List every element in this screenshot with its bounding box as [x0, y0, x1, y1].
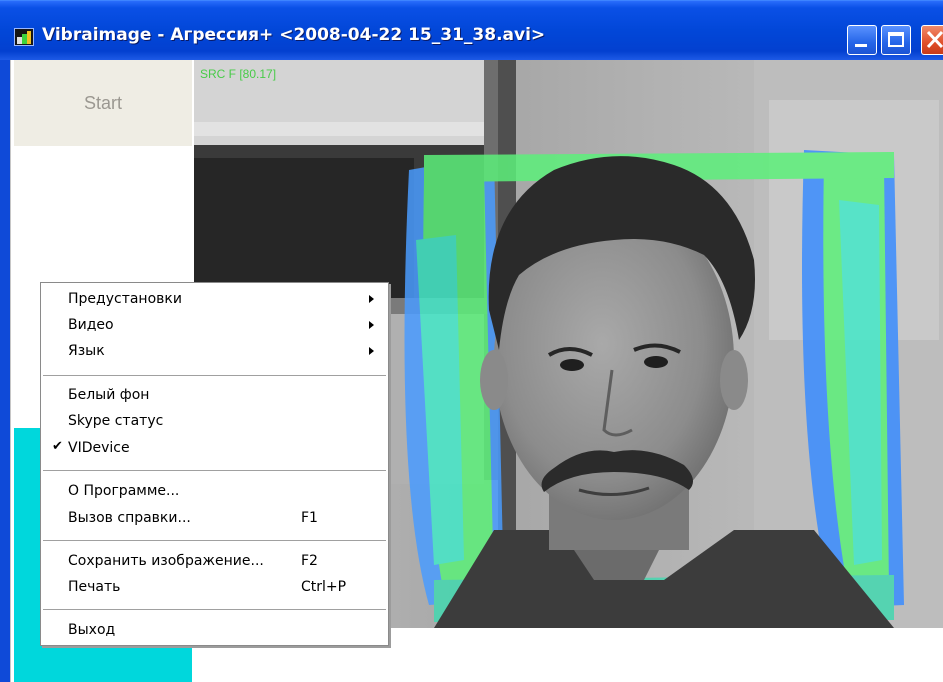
maximize-icon: [888, 32, 904, 47]
menu-separator: [43, 540, 386, 541]
menu-item-label: Вызов справки...: [68, 510, 191, 526]
menu-item-save-image[interactable]: Сохранить изображение... F2: [41, 548, 388, 574]
window-frame-left: [0, 60, 10, 682]
menu-item-label: Видео: [68, 317, 114, 333]
menu-item-language[interactable]: Язык: [41, 338, 388, 364]
menu-item-video[interactable]: Видео: [41, 312, 388, 338]
submenu-arrow-icon: [369, 347, 374, 355]
menu-item-videvice[interactable]: ✔ VIDevice: [41, 435, 388, 461]
menu-item-white-background[interactable]: Белый фон: [41, 382, 388, 408]
app-icon[interactable]: [14, 28, 34, 46]
menu-item-label: Skype статус: [68, 413, 164, 429]
menu-item-label: О Программе...: [68, 483, 180, 499]
close-icon: [926, 30, 943, 49]
maximize-button[interactable]: [881, 25, 911, 55]
menu-item-label: Предустановки: [68, 291, 182, 307]
menu-item-shortcut: Ctrl+P: [301, 579, 347, 595]
submenu-arrow-icon: [369, 321, 374, 329]
submenu-arrow-icon: [369, 295, 374, 303]
menu-separator: [43, 375, 386, 376]
menu-item-label: Белый фон: [68, 387, 150, 403]
menu-item-label: VIDevice: [68, 440, 130, 456]
video-overlay-label: SRC F [80.17]: [200, 67, 277, 81]
menu-item-label: Печать: [68, 579, 121, 595]
menu-item-about[interactable]: О Программе...: [41, 478, 388, 504]
minimize-button[interactable]: [847, 25, 877, 55]
minimize-icon: [855, 44, 867, 47]
close-button[interactable]: [921, 25, 943, 55]
window-title: Vibraimage - Агрессия+ <2008-04-22 15_31…: [42, 25, 546, 45]
menu-item-shortcut: F2: [301, 553, 318, 569]
menu-item-presets[interactable]: Предустановки: [41, 286, 388, 312]
menu-item-shortcut: F1: [301, 510, 318, 526]
menu-separator: [43, 470, 386, 471]
menu-item-help[interactable]: Вызов справки... F1: [41, 505, 388, 531]
title-bar[interactable]: Vibraimage - Агрессия+ <2008-04-22 15_31…: [0, 0, 943, 60]
menu-separator: [43, 609, 386, 610]
checkmark-icon: ✔: [52, 439, 63, 454]
menu-item-exit[interactable]: Выход: [41, 617, 388, 643]
start-button[interactable]: Start: [14, 60, 192, 146]
menu-item-label: Сохранить изображение...: [68, 553, 264, 569]
context-menu: Предустановки Видео Язык Белый фон Skype…: [40, 282, 389, 646]
menu-item-print[interactable]: Печать Ctrl+P: [41, 574, 388, 600]
menu-item-label: Выход: [68, 622, 116, 638]
menu-item-label: Язык: [68, 343, 105, 359]
menu-item-skype-status[interactable]: Skype статус: [41, 408, 388, 434]
